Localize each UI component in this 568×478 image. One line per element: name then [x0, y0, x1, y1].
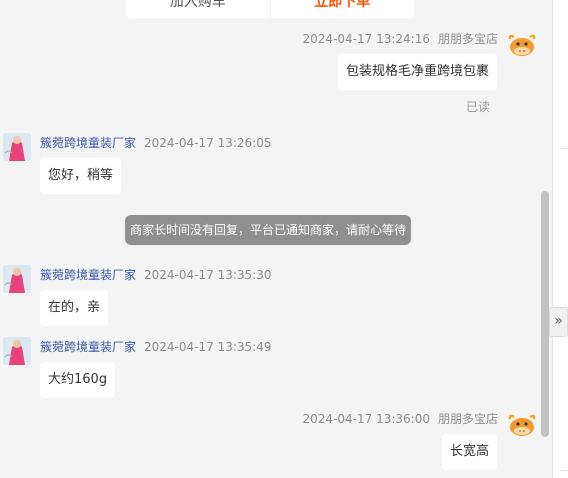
cow-avatar-icon [508, 410, 536, 438]
cow-avatar-icon [508, 30, 536, 58]
side-panel [552, 0, 568, 478]
message-meta: 2024-04-17 13:24:16 朋朋多宝店 [303, 30, 498, 47]
read-status: 已读 [465, 100, 490, 114]
message-bubble: 您好，稍等 [40, 158, 122, 194]
shop-name: 朋朋多宝店 [437, 32, 498, 46]
message-meta: 簇菀跨境童装厂家 2024-04-17 13:35:30 [40, 266, 271, 283]
scrollbar-thumb[interactable] [541, 191, 549, 437]
message-meta: 簇菀跨境童装厂家 2024-04-17 13:26:05 [40, 134, 271, 151]
message-time: 2024-04-17 13:35:49 [144, 340, 272, 354]
message-time: 2024-04-17 13:26:05 [144, 136, 272, 150]
sender-name[interactable]: 簇菀跨境童装厂家 [40, 340, 136, 354]
divider [561, 148, 568, 149]
shop-name: 朋朋多宝店 [437, 412, 498, 426]
message-meta: 2024-04-17 13:36:00 朋朋多宝店 [303, 410, 498, 427]
double-chevron-right-icon[interactable]: » [549, 307, 568, 337]
message-time: 2024-04-17 13:35:30 [144, 268, 272, 282]
system-notice: 商家长时间没有回复，平台已通知商家，请耐心等待 [125, 215, 411, 245]
message-meta: 簇菀跨境童装厂家 2024-04-17 13:35:49 [40, 338, 271, 355]
message-time: 2024-04-17 13:24:16 [302, 32, 430, 46]
chat-panel: 加入购车 立即下单 2024-04-17 13:24:16 朋朋多宝店 包装规格毛… [0, 0, 552, 478]
buyer-avatar-icon [3, 265, 31, 293]
order-action-card: 加入购车 立即下单 [126, 0, 414, 18]
divider [561, 470, 568, 471]
message-bubble: 在的，亲 [40, 290, 109, 326]
message-bubble: 长宽高 [441, 434, 497, 470]
buyer-avatar-icon [3, 133, 31, 161]
buyer-avatar-icon [3, 337, 31, 365]
message-bubble: 大约160g [40, 362, 116, 398]
buy-now-button[interactable]: 立即下单 [271, 0, 415, 18]
sender-name[interactable]: 簇菀跨境童装厂家 [40, 268, 136, 282]
sender-name[interactable]: 簇菀跨境童装厂家 [40, 136, 136, 150]
message-bubble: 包装规格毛净重跨境包裹 [337, 54, 497, 90]
add-to-cart-button[interactable]: 加入购车 [126, 0, 271, 18]
message-time: 2024-04-17 13:36:00 [302, 412, 430, 426]
